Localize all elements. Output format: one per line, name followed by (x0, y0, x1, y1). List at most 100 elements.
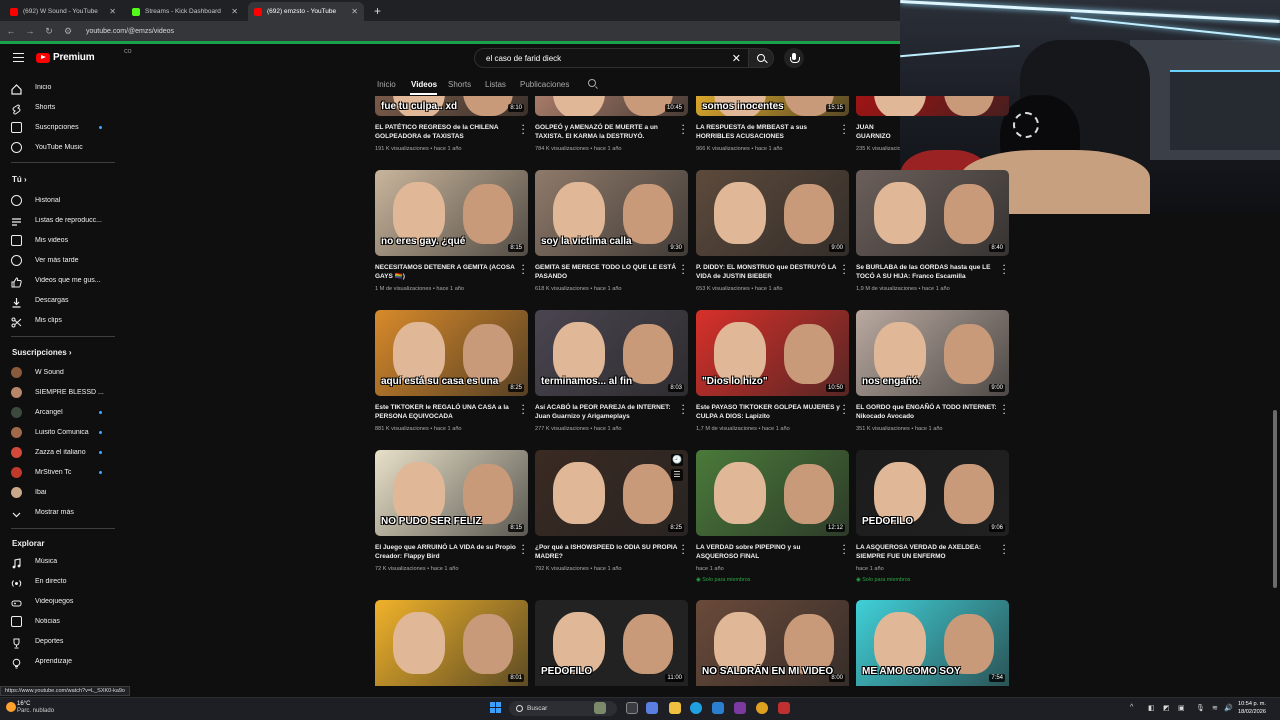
reload-icon[interactable]: ↻ (44, 26, 54, 37)
weather-icon[interactable] (6, 702, 16, 712)
microphone-icon[interactable]: 🎙 (1196, 704, 1205, 712)
sidebar-item-watch-later[interactable]: Ver más tarde (11, 253, 119, 267)
video-title[interactable]: El Juego que ARRUINÓ LA VIDA de su Propi… (375, 543, 520, 561)
video-thumbnail[interactable]: PEDOFILO 9:06 (856, 450, 1009, 536)
video-title[interactable]: JUAN GUARNIZO ES UN PELUCÓN Y es un CUCK (856, 123, 900, 141)
add-to-queue-icon[interactable]: ☰ (671, 469, 683, 481)
sidebar-item-sports[interactable]: Deportes (11, 634, 119, 648)
search-input[interactable]: el caso de farid dieck ✕ (474, 48, 750, 68)
video-title[interactable]: Este TIKTOKER le REGALÓ UNA CASA a la PE… (375, 403, 520, 421)
weather-widget[interactable]: 16°C Parc. nublado (17, 701, 54, 715)
video-thumbnail[interactable]: 12:12 (696, 450, 849, 536)
video-title[interactable]: LA ASQUEROSA VERDAD de AXELDEA: SIEMPRE … (856, 543, 1001, 561)
video-thumbnail[interactable]: soy la victima calla 9:30 (535, 170, 688, 256)
app-icon[interactable] (734, 702, 746, 714)
more-actions-icon[interactable]: · · · (843, 402, 847, 418)
sidebar-item-shorts[interactable]: Shorts (11, 100, 119, 115)
more-actions-icon[interactable]: · · · (522, 402, 526, 418)
video-title[interactable]: NECESITAMOS DETENER A GEMITA (ACOSA GAYS… (375, 263, 520, 281)
sidebar-item-home[interactable]: Inicio (11, 80, 119, 95)
sidebar-subscription[interactable]: Ibai (11, 485, 119, 499)
browser-tab-3[interactable]: (692) emzsto - YouTube ✕ (248, 2, 364, 21)
more-actions-icon[interactable]: · · · (843, 542, 847, 558)
sidebar-item-news[interactable]: Noticias (11, 614, 119, 628)
sidebar-item-gaming[interactable]: Videojuegos (11, 594, 119, 608)
more-actions-icon[interactable]: · · · (522, 542, 526, 558)
sidebar-item-learning[interactable]: Aprendizaje (11, 654, 119, 668)
youtube-premium-logo[interactable]: Premium CO (36, 49, 132, 63)
forward-arrow-icon[interactable]: → (25, 26, 35, 36)
watch-later-icon[interactable]: 🕘 (671, 454, 683, 466)
tab-shorts[interactable]: Shorts (448, 80, 471, 89)
video-thumbnail[interactable]: NO SALDRÁN EN MI VIDEO 8:00 (696, 600, 849, 686)
video-title[interactable]: EL PATÉTICO REGRESO de la CHILENA GOLPEA… (375, 123, 520, 141)
browser-tab-2[interactable]: Streams - Kick Dashboard ✕ (126, 2, 244, 21)
tab-posts[interactable]: Publicaciones (520, 80, 569, 89)
video-title[interactable]: LA VERDAD sobre PIPEPINO y su ASQUEROSO … (696, 543, 841, 561)
volume-icon[interactable]: 🔊 (1224, 704, 1233, 712)
sidebar-item-music[interactable]: Música (11, 554, 119, 568)
video-title[interactable]: EL GORDO que ENGAÑÓ A TODO INTERNET: Nik… (856, 403, 1001, 421)
more-actions-icon[interactable]: · · · (522, 122, 526, 138)
back-arrow-icon[interactable]: ← (6, 26, 16, 36)
chrome-icon[interactable] (756, 702, 768, 714)
tray-app-icon[interactable]: ◧ (1148, 704, 1155, 712)
video-thumbnail[interactable]: somos inocentes 15:15 (696, 96, 849, 116)
video-title[interactable]: ¿Por qué a ISHOWSPEED lo ODIA SU PROPIA … (535, 543, 680, 561)
video-title[interactable]: Este PAYASO TIKTOKER GOLPEA MUJERES y CU… (696, 403, 841, 421)
search-button[interactable] (748, 48, 774, 68)
video-thumbnail[interactable]: "Dios lo hizo" 10:50 (696, 310, 849, 396)
close-tab-icon[interactable]: ✕ (351, 7, 358, 16)
file-explorer-icon[interactable] (669, 702, 681, 714)
sidebar-show-more[interactable]: Mostrar más (11, 505, 119, 519)
sidebar-item-playlists[interactable]: Listas de reproducc... (11, 213, 119, 227)
sidebar-item-my-videos[interactable]: Mis videos (11, 233, 119, 247)
more-actions-icon[interactable]: · · · (522, 262, 526, 278)
sidebar-subscription[interactable]: Arcangel (11, 405, 119, 419)
video-thumbnail[interactable]: 8:25 (535, 450, 688, 536)
tab-videos[interactable]: Videos (411, 80, 437, 89)
tab-playlists[interactable]: Listas (485, 80, 506, 89)
more-actions-icon[interactable]: · · · (682, 402, 686, 418)
subscriptions-section-header[interactable]: Suscripciones › (12, 348, 72, 357)
video-thumbnail[interactable]: aquí está su casa es una 8:25 (375, 310, 528, 396)
sidebar-item-downloads[interactable]: Descargas (11, 293, 119, 308)
sidebar-item-live[interactable]: En directo (11, 574, 119, 588)
more-actions-icon[interactable]: · · · (682, 542, 686, 558)
video-thumbnail[interactable]: nos engañó. 9:00 (856, 310, 1009, 396)
wifi-icon[interactable]: ≋ (1212, 704, 1218, 712)
browser-tab-1[interactable]: (692) W Sound - YouTube ✕ (4, 2, 122, 21)
windows-start-icon[interactable] (490, 702, 502, 714)
video-title[interactable]: P. DIDDY: EL MONSTRUO que DESTRUYÓ LA VI… (696, 263, 841, 281)
you-section-header[interactable]: Tú › (12, 175, 27, 184)
close-tab-icon[interactable]: ✕ (231, 7, 238, 16)
taskbar-clock[interactable]: 10:54 p. m. 18/02/2026 (1238, 700, 1266, 716)
video-thumbnail[interactable]: PEDOFILO 11:00 (535, 600, 688, 686)
edge-icon[interactable] (690, 702, 702, 714)
copilot-icon[interactable] (646, 702, 658, 714)
sidebar-subscription[interactable]: W Sound (11, 365, 119, 379)
video-thumbnail[interactable]: fue tu culpa.. xd 8:10 (375, 96, 528, 116)
tray-app-icon[interactable]: ◩ (1163, 704, 1170, 712)
menu-icon[interactable] (13, 53, 24, 62)
sidebar-subscription[interactable]: Luisito Comunica (11, 425, 119, 439)
more-actions-icon[interactable]: · · · (843, 122, 847, 138)
more-actions-icon[interactable]: · · · (682, 122, 686, 138)
sidebar-item-youtube-music[interactable]: YouTube Music (11, 140, 119, 154)
video-title[interactable]: Se BURLABA de las GORDAS hasta que LE TO… (856, 263, 1001, 281)
video-thumbnail[interactable]: ME AMO COMO SOY 7:54 (856, 600, 1009, 686)
sidebar-subscription[interactable]: MrStiven Tc (11, 465, 119, 479)
video-title[interactable]: Así ACABÓ la PEOR PAREJA de INTERNET: Ju… (535, 403, 680, 421)
obs-icon[interactable] (778, 702, 790, 714)
video-thumbnail[interactable]: NO PUDO SER FELIZ 8:15 (375, 450, 528, 536)
page-scrollbar[interactable] (1273, 410, 1277, 588)
more-actions-icon[interactable]: · · · (1003, 542, 1007, 558)
tab-home[interactable]: Inicio (377, 80, 396, 89)
url-field[interactable]: youtube.com/@emzs/videos (86, 28, 174, 35)
sidebar-item-history[interactable]: Historial (11, 193, 119, 207)
video-thumbnail[interactable] (856, 96, 1009, 116)
site-info-icon[interactable]: ⚙ (63, 26, 73, 37)
task-view-icon[interactable] (626, 702, 638, 714)
new-tab-button[interactable]: + (374, 4, 381, 18)
video-thumbnail[interactable]: no eres gay. ¿qué 8:15 (375, 170, 528, 256)
